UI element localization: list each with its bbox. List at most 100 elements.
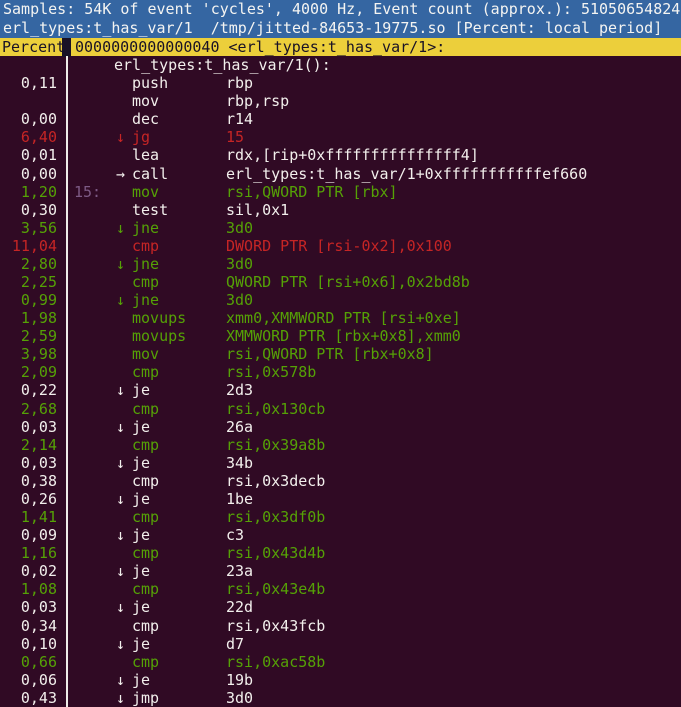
column-separator (66, 183, 68, 202)
instruction-operands: XMMWORD PTR [rbx+0x8],xmm0 (226, 327, 461, 345)
percent-value: 11,04 (0, 237, 57, 255)
asm-line[interactable]: 0,00→callerl_types:t_has_var/1+0xfffffff… (0, 165, 681, 183)
asm-line[interactable]: 2,68cmprsi,0x130cb (0, 400, 681, 418)
percent-value: 0,26 (0, 490, 57, 508)
column-separator (66, 580, 68, 599)
asm-line[interactable]: 2,59movupsXMMWORD PTR [rbx+0x8],xmm0 (0, 327, 681, 345)
instruction-mnemonic: je (132, 381, 150, 399)
instruction-mnemonic: je (132, 635, 150, 653)
asm-line[interactable]: 0,26↓je1be (0, 490, 681, 508)
instruction-mnemonic: je (132, 490, 150, 508)
asm-line[interactable]: 0,03↓je22d (0, 598, 681, 616)
instruction-mnemonic: mov (132, 183, 159, 201)
asm-line[interactable]: 3,56↓jne3d0 (0, 219, 681, 237)
column-separator (66, 562, 68, 581)
samples-header-line: Samples: 54K of event 'cycles', 4000 Hz,… (0, 0, 681, 19)
asm-line[interactable]: 0,38cmprsi,0x3decb (0, 472, 681, 490)
jump-down-arrow-icon: ↓ (116, 689, 125, 707)
column-separator (66, 146, 68, 165)
instruction-mnemonic: je (132, 562, 150, 580)
instruction-operands: DWORD PTR [rsi-0x2],0x100 (226, 237, 452, 255)
column-separator (66, 255, 68, 274)
jump-down-arrow-icon: ↓ (116, 598, 125, 616)
instruction-operands: rsi,0x578b (226, 363, 316, 381)
asm-line[interactable]: 1,41cmprsi,0x3df0b (0, 508, 681, 526)
percent-value: 0,10 (0, 635, 57, 653)
asm-line[interactable]: 0,02↓je23a (0, 562, 681, 580)
asm-line[interactable]: 0,06↓je19b (0, 671, 681, 689)
asm-line[interactable]: 0,34cmprsi,0x43fcb (0, 617, 681, 635)
jump-down-arrow-icon: ↓ (116, 635, 125, 653)
instruction-operands: 19b (226, 671, 253, 689)
instruction-mnemonic: test (132, 201, 168, 219)
instruction-operands: rsi,0x43e4b (226, 580, 325, 598)
percent-value: 2,68 (0, 400, 57, 418)
instruction-mnemonic: jne (132, 219, 159, 237)
column-separator (66, 635, 68, 654)
jump-down-arrow-icon: ↓ (116, 219, 125, 237)
percent-value: 0,03 (0, 454, 57, 472)
instruction-mnemonic: je (132, 418, 150, 436)
asm-line[interactable]: 0,99↓jne3d0 (0, 291, 681, 309)
column-separator (66, 309, 68, 328)
asm-line[interactable]: 1,08cmprsi,0x43e4b (0, 580, 681, 598)
instruction-mnemonic: movups (132, 327, 186, 345)
asm-line[interactable]: 0,03↓je26a (0, 418, 681, 436)
percent-value: 0,66 (0, 653, 57, 671)
instruction-operands: sil,0x1 (226, 201, 289, 219)
instruction-operands: 3d0 (226, 255, 253, 273)
asm-line[interactable]: 1,16cmprsi,0x43d4b (0, 544, 681, 562)
asm-line[interactable]: 2,14cmprsi,0x39a8b (0, 436, 681, 454)
selected-address-line[interactable]: Percent0000000000000040 <erl_types:t_has… (0, 38, 681, 56)
instruction-operands: rbp,rsp (226, 92, 289, 110)
symbol-path-header-line: erl_types:t_has_var/1 /tmp/jitted-84653-… (0, 19, 681, 38)
asm-line[interactable]: 1,98movupsxmm0,XMMWORD PTR [rsi+0xe] (0, 309, 681, 327)
column-separator (66, 381, 68, 400)
instruction-operands: 23a (226, 562, 253, 580)
column-separator (66, 110, 68, 129)
asm-line[interactable]: 0,10↓jed7 (0, 635, 681, 653)
call-arrow-icon: → (116, 165, 125, 183)
asm-line[interactable]: 6,40↓jg15 (0, 128, 681, 146)
asm-line[interactable]: 2,09cmprsi,0x578b (0, 363, 681, 381)
percent-value: 1,41 (0, 508, 57, 526)
asm-line[interactable]: 0,30testsil,0x1 (0, 201, 681, 219)
instruction-mnemonic: cmp (132, 544, 159, 562)
instruction-mnemonic: cmp (132, 237, 159, 255)
asm-line[interactable]: 11,04 cmp DWORD PTR [rsi-0x2],0x100 (0, 237, 681, 255)
cursor-separator-block (62, 38, 71, 57)
instruction-mnemonic: cmp (132, 617, 159, 635)
perf-annotate-terminal[interactable]: Samples: 54K of event 'cycles', 4000 Hz,… (0, 0, 681, 707)
column-separator (66, 128, 68, 147)
asm-line[interactable]: 0,09↓jec3 (0, 526, 681, 544)
asm-line[interactable]: 0,01leardx,[rip+0xfffffffffffffff4] (0, 146, 681, 164)
asm-line[interactable]: 0,03↓je34b (0, 454, 681, 472)
asm-line[interactable]: 0,66cmprsi,0xac58b (0, 653, 681, 671)
percent-value: 0,01 (0, 146, 57, 164)
instruction-operands: 3d0 (226, 291, 253, 309)
asm-line[interactable]: 2,25cmpQWORD PTR [rsi+0x6],0x2bd8b (0, 273, 681, 291)
asm-line[interactable]: 0,00decr14 (0, 110, 681, 128)
disassembly-rows: Percent0000000000000040 <erl_types:t_has… (0, 38, 681, 707)
instruction-mnemonic: lea (132, 146, 159, 164)
asm-line[interactable]: 3,98movrsi,QWORD PTR [rbx+0x8] (0, 345, 681, 363)
percent-value: 0,34 (0, 617, 57, 635)
instruction-operands: xmm0,XMMWORD PTR [rsi+0xe] (226, 309, 461, 327)
percent-value: 0,22 (0, 381, 57, 399)
asm-line[interactable]: 1,2015:movrsi,QWORD PTR [rbx] (0, 183, 681, 201)
instruction-operands: 1be (226, 490, 253, 508)
asm-line[interactable]: 2,80↓jne3d0 (0, 255, 681, 273)
asm-line[interactable]: movrbp,rsp (0, 92, 681, 110)
percent-value: 1,98 (0, 309, 57, 327)
percent-value: 2,80 (0, 255, 57, 273)
source-line[interactable]: erl_types:t_has_var/1(): (0, 56, 681, 74)
jump-down-arrow-icon: ↓ (116, 454, 125, 472)
asm-line[interactable]: 0,11pushrbp (0, 74, 681, 92)
asm-line[interactable]: 0,43↓jmp3d0 (0, 689, 681, 707)
column-separator (66, 671, 68, 690)
instruction-mnemonic: cmp (132, 273, 159, 291)
jump-down-arrow-icon: ↓ (116, 526, 125, 544)
asm-line[interactable]: 0,22↓je2d3 (0, 381, 681, 399)
percent-column-header: Percent (0, 38, 62, 56)
percent-value: 3,98 (0, 345, 57, 363)
